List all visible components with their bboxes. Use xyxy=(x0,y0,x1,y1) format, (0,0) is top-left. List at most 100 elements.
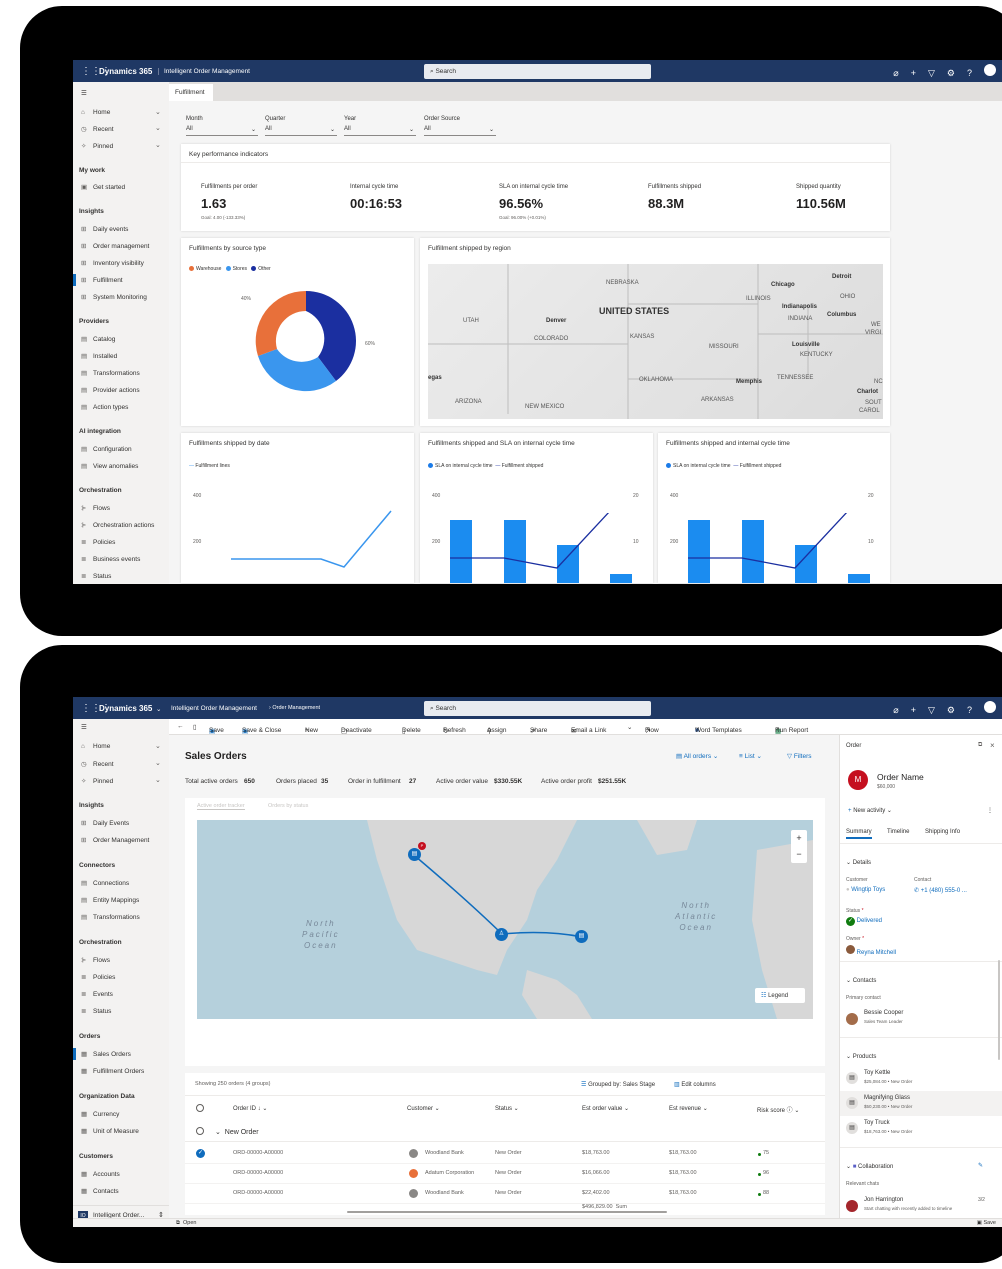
help-icon[interactable]: ? xyxy=(967,705,972,715)
brand-title[interactable]: Dynamics 365 xyxy=(99,67,152,76)
table-row[interactable]: ✓ ORD-00000-A00000 Woodland Bank New Order $… xyxy=(185,1144,825,1164)
more-icon[interactable]: ⋮ xyxy=(987,807,993,814)
details-section[interactable]: ⌄ Details xyxy=(846,859,871,866)
popout-icon[interactable]: ⧉ xyxy=(978,742,982,749)
app-name[interactable]: Intelligent Order Management xyxy=(158,68,250,75)
search-box[interactable]: ⌕ Search xyxy=(424,701,651,716)
sidebar-item-pinned[interactable]: ✧ Pinned xyxy=(81,142,113,150)
tab-orders-by-status[interactable]: Orders by status xyxy=(268,803,308,809)
filter-month-select[interactable]: All ⌄ xyxy=(186,126,258,136)
sidebar-item-connections[interactable]: ▤ Connections xyxy=(81,879,129,887)
chevron-down-icon[interactable]: ⌄ xyxy=(156,705,161,713)
store-marker[interactable]: ▤ xyxy=(575,930,588,943)
sidebar-item-order-management[interactable]: ⊞ Order management xyxy=(81,242,149,250)
sidebar-item-daily-events[interactable]: ⊞ Daily Events xyxy=(81,819,129,827)
back-icon[interactable]: ← xyxy=(177,723,184,730)
sidebar-item-transformations[interactable]: ▤ Transformations xyxy=(81,913,140,921)
sidebar-item-home[interactable]: ⌂ Home xyxy=(81,743,110,750)
search-box[interactable]: ⌕ Search xyxy=(424,64,651,79)
avatar[interactable] xyxy=(984,701,996,713)
assistant-icon[interactable]: ⌀ xyxy=(893,68,898,78)
add-icon[interactable]: + xyxy=(911,68,916,78)
flow-button[interactable]: ↗ Flow ⌄ xyxy=(645,723,659,735)
settings-icon[interactable]: ⚙ xyxy=(947,705,955,715)
world-map[interactable]: ▤ P ♙ ▤ North Pacific Ocean North Atlantic O… xyxy=(197,820,813,1019)
sidebar-item-unit-of-measure[interactable]: ▦ Unit of Measure xyxy=(81,1127,139,1135)
row-checkbox-checked[interactable]: ✓ xyxy=(196,1149,205,1158)
chevron-down-icon[interactable]: ⌄ xyxy=(155,776,161,784)
column-customer[interactable]: Customer ⌄ xyxy=(407,1105,440,1112)
sidebar-item-contacts[interactable]: ▦ Contacts xyxy=(81,1187,119,1195)
view-selector[interactable]: ▤ All orders ⌄ xyxy=(676,752,718,760)
select-all-checkbox[interactable] xyxy=(196,1104,204,1112)
sidebar-item-recent[interactable]: ◷ Recent xyxy=(81,760,114,768)
status-value[interactable]: ✓ Delivered xyxy=(846,917,882,926)
sidebar-item-get-started[interactable]: ▣ Get started xyxy=(81,183,125,191)
sidebar-item-view-anomalies[interactable]: ▤ View anomalies xyxy=(81,462,138,470)
sidebar-item-status[interactable]: ≣ Status xyxy=(81,1007,111,1015)
product-name[interactable]: Toy Kettle xyxy=(864,1070,890,1076)
alert-marker[interactable]: P xyxy=(418,842,426,850)
customer-marker[interactable]: ♙ xyxy=(495,928,508,941)
sidebar-item-order-management[interactable]: ⊞ Order Management xyxy=(81,836,149,844)
chevron-down-icon[interactable]: ⌄ xyxy=(627,723,632,731)
breadcrumb-item[interactable]: Order Management xyxy=(272,705,320,711)
tab-timeline[interactable]: Timeline xyxy=(887,829,909,835)
horizontal-scrollbar[interactable] xyxy=(347,1211,667,1213)
sidebar-item-inventory-visibility[interactable]: ⊞ Inventory visibility xyxy=(81,259,144,267)
filter-icon[interactable]: ▽ xyxy=(928,68,935,78)
chevron-down-icon[interactable]: ⌄ xyxy=(155,742,161,750)
warehouse-marker[interactable]: ▤ xyxy=(408,848,421,861)
sidebar-item-installed[interactable]: ▤ Installed xyxy=(81,352,117,360)
tab-shipping-info[interactable]: Shipping Info xyxy=(925,829,960,835)
customer-link[interactable]: ● Wingtip Toys xyxy=(846,887,885,893)
sidebar-item-transformations[interactable]: ▤ Transformations xyxy=(81,369,140,377)
sidebar-item-daily-events[interactable]: ⊞ Daily events xyxy=(81,225,128,233)
sidebar-item-provider-actions[interactable]: ▤ Provider actions xyxy=(81,386,140,394)
group-header[interactable]: ⌄ New Order xyxy=(215,1128,259,1136)
table-row[interactable]: ORD-00000-A00000 Woodland Bank New Order $2… xyxy=(185,1184,825,1204)
open-status[interactable]: ⧉ Open xyxy=(176,1220,196,1227)
chevron-down-icon[interactable]: ⌄ xyxy=(155,759,161,767)
close-icon[interactable]: × xyxy=(990,741,995,750)
page-icon[interactable]: ▯ xyxy=(193,723,197,731)
contacts-section[interactable]: ⌄ Contacts xyxy=(846,977,876,984)
chevron-down-icon[interactable]: ⌄ xyxy=(155,124,161,132)
tab-fulfillment[interactable]: Fulfillment xyxy=(169,84,213,101)
sidebar-item-recent[interactable]: ◷ Recent xyxy=(81,125,114,133)
hamburger-icon[interactable]: ☰ xyxy=(81,723,87,731)
product-name[interactable]: Magnifying Glass xyxy=(864,1095,910,1101)
save-status[interactable]: ▣ Save xyxy=(977,1220,996,1226)
app-name[interactable]: Intelligent Order Management xyxy=(171,705,257,712)
sidebar-item-pinned[interactable]: ✧ Pinned xyxy=(81,777,113,785)
run-report-button[interactable]: ▦ Run Report ⌄ xyxy=(775,723,808,735)
contact-link[interactable]: ✆ +1 (480) 555-0 ... xyxy=(914,887,967,894)
settings-icon[interactable]: ⚙ xyxy=(947,68,955,78)
sidebar-item-fulfillment[interactable]: ⊞ Fulfillment xyxy=(81,276,123,284)
owner-link[interactable]: Reyna Mitchell xyxy=(846,945,896,956)
sidebar-item-orchestration-actions[interactable]: ⊱ Orchestration actions xyxy=(81,521,154,529)
sidebar-item-fulfillment-orders[interactable]: ▦ Fulfillment Orders xyxy=(81,1067,144,1075)
sidebar-item-policies[interactable]: ≣ Policies xyxy=(81,973,115,981)
sidebar-item-policies[interactable]: ≣ Policies xyxy=(81,538,115,546)
sidebar-item-entity-mappings[interactable]: ▤ Entity Mappings xyxy=(81,896,139,904)
new-activity-button[interactable]: + New activity ⌄ xyxy=(848,807,892,814)
sidebar-item-flows[interactable]: ⊱ Flows xyxy=(81,956,110,964)
brand-title[interactable]: Dynamics 365 xyxy=(99,704,152,713)
filter-quarter-select[interactable]: All ⌄ xyxy=(265,126,337,136)
tab-summary[interactable]: Summary xyxy=(846,829,872,839)
product-name[interactable]: Toy Truck xyxy=(864,1120,890,1126)
column-order-id[interactable]: Order ID ↓ ⌄ xyxy=(233,1105,267,1112)
filters-button[interactable]: ▽ Filters xyxy=(787,752,812,760)
sidebar-item-business-events[interactable]: ≣ Business events xyxy=(81,555,140,563)
word-templates-button[interactable]: ■ Word Templates ⌄ xyxy=(695,723,742,734)
sidebar-item-home[interactable]: ⌂ Home xyxy=(81,109,110,116)
sidebar-item-system-monitoring[interactable]: ⊞ System Monitoring xyxy=(81,293,147,301)
products-section[interactable]: ⌄ Products xyxy=(846,1053,876,1060)
panel-scrollbar[interactable] xyxy=(998,960,1000,1060)
chat-name[interactable]: Jon Harrington xyxy=(864,1197,903,1203)
collaboration-section[interactable]: ⌄ ■ Collaboration xyxy=(846,1163,893,1170)
column-status[interactable]: Status ⌄ xyxy=(495,1105,519,1112)
sidebar-item-action-types[interactable]: ▤ Action types xyxy=(81,403,128,411)
column-risk-score[interactable]: Risk score ⓘ ⌄ xyxy=(757,1105,799,1114)
